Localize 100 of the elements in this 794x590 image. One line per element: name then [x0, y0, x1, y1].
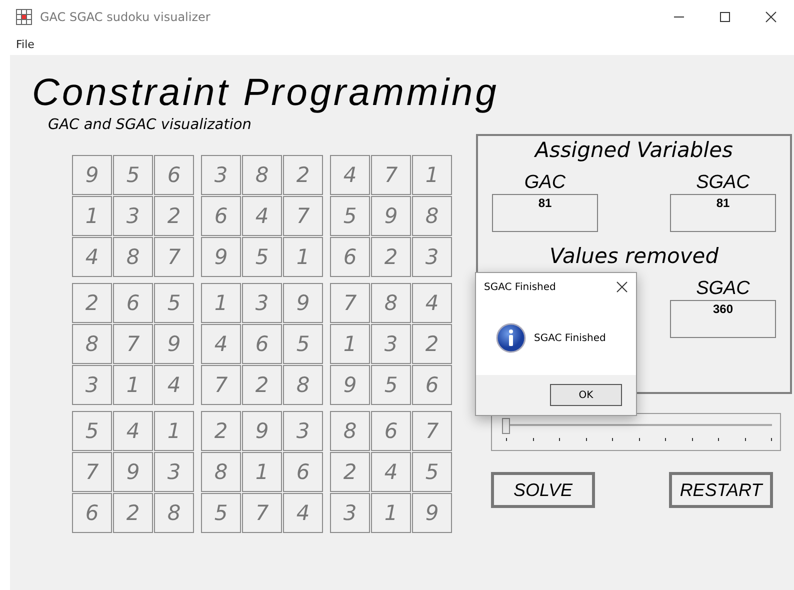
- sudoku-cell[interactable]: 1: [242, 452, 282, 492]
- sudoku-cell[interactable]: 4: [330, 155, 370, 195]
- maximize-icon[interactable]: [719, 11, 731, 23]
- sudoku-cell[interactable]: 9: [113, 452, 153, 492]
- sudoku-cell[interactable]: 6: [371, 411, 411, 451]
- sudoku-cell[interactable]: 9: [72, 155, 112, 195]
- value-box: 360: [670, 300, 776, 338]
- sudoku-cell[interactable]: 9: [412, 493, 452, 533]
- grid-icon: [16, 9, 32, 25]
- sudoku-cell[interactable]: 3: [371, 324, 411, 364]
- sudoku-cell[interactable]: 7: [113, 324, 153, 364]
- sudoku-cell[interactable]: 8: [72, 324, 112, 364]
- sudoku-cell[interactable]: 4: [113, 411, 153, 451]
- slider-thumb[interactable]: [502, 418, 510, 434]
- value-box: 81: [670, 194, 776, 232]
- sudoku-cell[interactable]: 5: [242, 237, 282, 277]
- sudoku-cell[interactable]: 4: [371, 452, 411, 492]
- sudoku-cell[interactable]: 6: [154, 155, 194, 195]
- sudoku-cell[interactable]: 3: [242, 283, 282, 323]
- sudoku-cell[interactable]: 5: [201, 493, 241, 533]
- sudoku-cell[interactable]: 4: [242, 196, 282, 236]
- sudoku-cell[interactable]: 6: [113, 283, 153, 323]
- sudoku-cell[interactable]: 8: [154, 493, 194, 533]
- subheading: GAC and SGAC visualization: [48, 117, 252, 133]
- sudoku-cell[interactable]: 5: [283, 324, 323, 364]
- sudoku-cell[interactable]: 7: [283, 196, 323, 236]
- sudoku-cell[interactable]: 8: [283, 365, 323, 405]
- sudoku-cell[interactable]: 5: [72, 411, 112, 451]
- sudoku-cell[interactable]: 3: [154, 452, 194, 492]
- sudoku-cell[interactable]: 4: [154, 365, 194, 405]
- sudoku-cell[interactable]: 6: [330, 237, 370, 277]
- sudoku-cell[interactable]: 1: [113, 365, 153, 405]
- heading: Constraint Programming: [32, 73, 499, 113]
- sudoku-cell[interactable]: 2: [154, 196, 194, 236]
- sudoku-cell[interactable]: 4: [412, 283, 452, 323]
- sudoku-cell[interactable]: 2: [113, 493, 153, 533]
- solve-button[interactable]: SOLVE: [491, 472, 595, 508]
- sudoku-cell[interactable]: 7: [412, 411, 452, 451]
- sudoku-cell[interactable]: 2: [242, 365, 282, 405]
- sudoku-cell[interactable]: 1: [201, 283, 241, 323]
- sudoku-cell[interactable]: 9: [283, 283, 323, 323]
- sudoku-cell[interactable]: 7: [371, 155, 411, 195]
- sudoku-cell[interactable]: 8: [242, 155, 282, 195]
- sudoku-cell[interactable]: 6: [412, 365, 452, 405]
- sudoku-cell[interactable]: 3: [330, 493, 370, 533]
- sudoku-cell[interactable]: 5: [412, 452, 452, 492]
- sudoku-cell[interactable]: 1: [154, 411, 194, 451]
- sudoku-cell[interactable]: 8: [371, 283, 411, 323]
- sudoku-cell[interactable]: 2: [72, 283, 112, 323]
- sudoku-cell[interactable]: 8: [201, 452, 241, 492]
- sudoku-cell[interactable]: 6: [283, 452, 323, 492]
- sudoku-cell[interactable]: 6: [72, 493, 112, 533]
- sudoku-cell[interactable]: 7: [242, 493, 282, 533]
- sudoku-cell[interactable]: 7: [330, 283, 370, 323]
- sudoku-cell[interactable]: 1: [412, 155, 452, 195]
- sudoku-cell[interactable]: 9: [242, 411, 282, 451]
- info-icon: [496, 323, 526, 353]
- sudoku-cell[interactable]: 2: [412, 324, 452, 364]
- sudoku-cell[interactable]: 6: [201, 196, 241, 236]
- sudoku-cell[interactable]: 7: [72, 452, 112, 492]
- sudoku-cell[interactable]: 3: [201, 155, 241, 195]
- sudoku-cell[interactable]: 8: [330, 411, 370, 451]
- sudoku-cell[interactable]: 2: [330, 452, 370, 492]
- sudoku-cell[interactable]: 1: [283, 237, 323, 277]
- sudoku-cell[interactable]: 9: [201, 237, 241, 277]
- menu-item[interactable]: File: [16, 38, 34, 50]
- close-icon[interactable]: [616, 281, 628, 293]
- sudoku-cell[interactable]: 3: [283, 411, 323, 451]
- ok-button[interactable]: OK: [550, 384, 622, 406]
- sudoku-cell[interactable]: 9: [154, 324, 194, 364]
- sudoku-cell[interactable]: 7: [201, 365, 241, 405]
- sudoku-cell[interactable]: 5: [154, 283, 194, 323]
- sudoku-cell[interactable]: 4: [201, 324, 241, 364]
- sudoku-cell[interactable]: 9: [330, 365, 370, 405]
- sudoku-cell[interactable]: 4: [72, 237, 112, 277]
- sudoku-cell[interactable]: 5: [330, 196, 370, 236]
- sudoku-cell[interactable]: 2: [201, 411, 241, 451]
- column-label: SGAC: [696, 172, 750, 194]
- value-box: 81: [492, 194, 598, 232]
- sudoku-cell[interactable]: 3: [412, 237, 452, 277]
- sudoku-cell[interactable]: 1: [72, 196, 112, 236]
- sudoku-cell[interactable]: 2: [283, 155, 323, 195]
- dialog-title: SGAC Finished: [484, 282, 556, 292]
- sudoku-cell[interactable]: 5: [371, 365, 411, 405]
- sudoku-cell[interactable]: 7: [154, 237, 194, 277]
- sudoku-cell[interactable]: 6: [242, 324, 282, 364]
- sudoku-cell[interactable]: 2: [371, 237, 411, 277]
- sudoku-cell[interactable]: 1: [330, 324, 370, 364]
- sudoku-cell[interactable]: 3: [113, 196, 153, 236]
- sudoku-cell[interactable]: 1: [371, 493, 411, 533]
- restart-button[interactable]: RESTART: [669, 472, 773, 508]
- section-title: Assigned Variables: [533, 138, 734, 162]
- sudoku-cell[interactable]: 4: [283, 493, 323, 533]
- column-label: SGAC: [696, 278, 750, 300]
- close-icon[interactable]: [765, 11, 777, 23]
- sudoku-cell[interactable]: 9: [371, 196, 411, 236]
- sudoku-cell[interactable]: 3: [72, 365, 112, 405]
- sudoku-cell[interactable]: 8: [113, 237, 153, 277]
- sudoku-cell[interactable]: 5: [113, 155, 153, 195]
- sudoku-cell[interactable]: 8: [412, 196, 452, 236]
